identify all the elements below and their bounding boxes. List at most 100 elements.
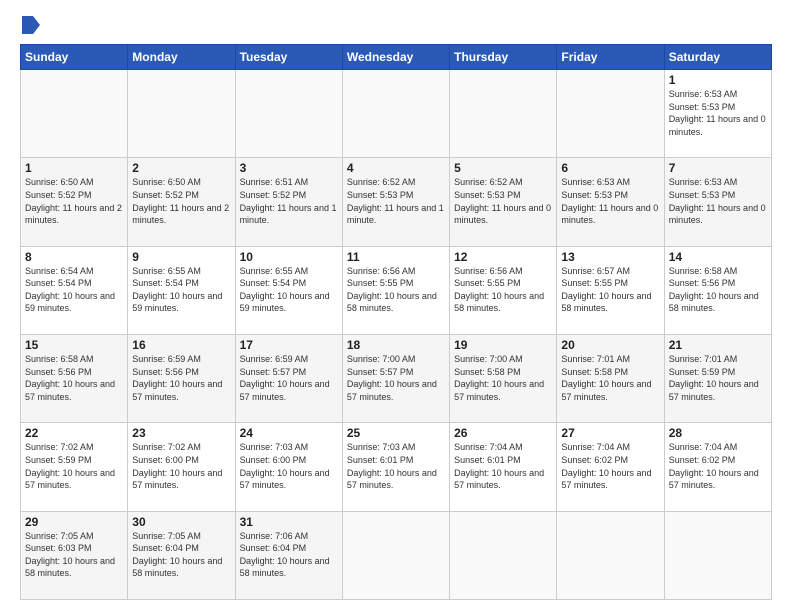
header-day-friday: Friday xyxy=(557,45,664,70)
calendar-cell: 12 Sunrise: 6:56 AM Sunset: 5:55 PM Dayl… xyxy=(450,246,557,334)
daylight-label: Daylight: 11 hours and 1 minute. xyxy=(347,203,444,226)
daylight-label: Daylight: 10 hours and 57 minutes. xyxy=(240,379,330,402)
calendar-body: 1 Sunrise: 6:53 AM Sunset: 5:53 PM Dayli… xyxy=(21,70,772,600)
sunset-label: Sunset: 5:52 PM xyxy=(25,190,92,200)
sunset-label: Sunset: 5:56 PM xyxy=(132,367,199,377)
sunrise-label: Sunrise: 7:00 AM xyxy=(347,354,416,364)
day-info: Sunrise: 6:52 AM Sunset: 5:53 PM Dayligh… xyxy=(454,176,552,226)
daylight-label: Daylight: 10 hours and 58 minutes. xyxy=(25,556,115,579)
sunset-label: Sunset: 5:58 PM xyxy=(454,367,521,377)
sunrise-label: Sunrise: 7:04 AM xyxy=(454,442,523,452)
day-info: Sunrise: 7:01 AM Sunset: 5:59 PM Dayligh… xyxy=(669,353,767,403)
header-row: SundayMondayTuesdayWednesdayThursdayFrid… xyxy=(21,45,772,70)
daylight-label: Daylight: 10 hours and 58 minutes. xyxy=(132,556,222,579)
week-row-2: 1 Sunrise: 6:50 AM Sunset: 5:52 PM Dayli… xyxy=(21,158,772,246)
calendar-cell: 1 Sunrise: 6:50 AM Sunset: 5:52 PM Dayli… xyxy=(21,158,128,246)
calendar-cell: 17 Sunrise: 6:59 AM Sunset: 5:57 PM Dayl… xyxy=(235,334,342,422)
sunset-label: Sunset: 5:59 PM xyxy=(669,367,736,377)
day-number: 17 xyxy=(240,338,338,352)
day-number: 23 xyxy=(132,426,230,440)
calendar-cell: 8 Sunrise: 6:54 AM Sunset: 5:54 PM Dayli… xyxy=(21,246,128,334)
day-number: 3 xyxy=(240,161,338,175)
header-day-tuesday: Tuesday xyxy=(235,45,342,70)
calendar-cell: 5 Sunrise: 6:52 AM Sunset: 5:53 PM Dayli… xyxy=(450,158,557,246)
sunrise-label: Sunrise: 6:52 AM xyxy=(347,177,416,187)
sunset-label: Sunset: 5:59 PM xyxy=(25,455,92,465)
sunset-label: Sunset: 5:52 PM xyxy=(132,190,199,200)
sunrise-label: Sunrise: 6:57 AM xyxy=(561,266,630,276)
calendar-cell xyxy=(235,70,342,158)
daylight-label: Daylight: 11 hours and 0 minutes. xyxy=(454,203,551,226)
day-number: 2 xyxy=(132,161,230,175)
calendar-cell: 19 Sunrise: 7:00 AM Sunset: 5:58 PM Dayl… xyxy=(450,334,557,422)
sunrise-label: Sunrise: 6:50 AM xyxy=(25,177,94,187)
day-info: Sunrise: 7:04 AM Sunset: 6:01 PM Dayligh… xyxy=(454,441,552,491)
header-day-monday: Monday xyxy=(128,45,235,70)
sunrise-label: Sunrise: 6:53 AM xyxy=(669,177,738,187)
sunrise-label: Sunrise: 7:02 AM xyxy=(132,442,201,452)
sunset-label: Sunset: 6:00 PM xyxy=(132,455,199,465)
sunrise-label: Sunrise: 7:02 AM xyxy=(25,442,94,452)
day-info: Sunrise: 7:03 AM Sunset: 6:00 PM Dayligh… xyxy=(240,441,338,491)
day-number: 11 xyxy=(347,250,445,264)
calendar-cell: 28 Sunrise: 7:04 AM Sunset: 6:02 PM Dayl… xyxy=(664,423,771,511)
day-info: Sunrise: 6:53 AM Sunset: 5:53 PM Dayligh… xyxy=(669,88,767,138)
daylight-label: Daylight: 10 hours and 58 minutes. xyxy=(561,291,651,314)
daylight-label: Daylight: 10 hours and 58 minutes. xyxy=(347,291,437,314)
day-info: Sunrise: 7:00 AM Sunset: 5:58 PM Dayligh… xyxy=(454,353,552,403)
day-info: Sunrise: 6:56 AM Sunset: 5:55 PM Dayligh… xyxy=(454,265,552,315)
sunset-label: Sunset: 6:03 PM xyxy=(25,543,92,553)
header-day-saturday: Saturday xyxy=(664,45,771,70)
calendar-cell: 18 Sunrise: 7:00 AM Sunset: 5:57 PM Dayl… xyxy=(342,334,449,422)
day-info: Sunrise: 6:56 AM Sunset: 5:55 PM Dayligh… xyxy=(347,265,445,315)
sunset-label: Sunset: 6:02 PM xyxy=(561,455,628,465)
calendar-cell: 29 Sunrise: 7:05 AM Sunset: 6:03 PM Dayl… xyxy=(21,511,128,599)
sunrise-label: Sunrise: 6:50 AM xyxy=(132,177,201,187)
day-number: 14 xyxy=(669,250,767,264)
sunset-label: Sunset: 6:00 PM xyxy=(240,455,307,465)
sunrise-label: Sunrise: 6:56 AM xyxy=(347,266,416,276)
sunrise-label: Sunrise: 7:01 AM xyxy=(561,354,630,364)
sunset-label: Sunset: 5:53 PM xyxy=(454,190,521,200)
day-number: 4 xyxy=(347,161,445,175)
calendar-table: SundayMondayTuesdayWednesdayThursdayFrid… xyxy=(20,44,772,600)
daylight-label: Daylight: 10 hours and 57 minutes. xyxy=(669,379,759,402)
calendar-cell xyxy=(450,70,557,158)
calendar-cell: 22 Sunrise: 7:02 AM Sunset: 5:59 PM Dayl… xyxy=(21,423,128,511)
sunset-label: Sunset: 5:53 PM xyxy=(669,190,736,200)
sunrise-label: Sunrise: 6:56 AM xyxy=(454,266,523,276)
daylight-label: Daylight: 10 hours and 57 minutes. xyxy=(561,379,651,402)
logo-line1 xyxy=(20,16,40,34)
calendar-cell: 20 Sunrise: 7:01 AM Sunset: 5:58 PM Dayl… xyxy=(557,334,664,422)
day-info: Sunrise: 6:55 AM Sunset: 5:54 PM Dayligh… xyxy=(132,265,230,315)
sunrise-label: Sunrise: 6:58 AM xyxy=(25,354,94,364)
day-info: Sunrise: 6:53 AM Sunset: 5:53 PM Dayligh… xyxy=(561,176,659,226)
daylight-label: Daylight: 10 hours and 57 minutes. xyxy=(454,468,544,491)
sunrise-label: Sunrise: 7:04 AM xyxy=(561,442,630,452)
daylight-label: Daylight: 10 hours and 57 minutes. xyxy=(347,468,437,491)
day-info: Sunrise: 7:03 AM Sunset: 6:01 PM Dayligh… xyxy=(347,441,445,491)
calendar-cell: 26 Sunrise: 7:04 AM Sunset: 6:01 PM Dayl… xyxy=(450,423,557,511)
day-number: 1 xyxy=(25,161,123,175)
day-info: Sunrise: 6:59 AM Sunset: 5:57 PM Dayligh… xyxy=(240,353,338,403)
calendar-cell: 1 Sunrise: 6:53 AM Sunset: 5:53 PM Dayli… xyxy=(664,70,771,158)
daylight-label: Daylight: 10 hours and 57 minutes. xyxy=(561,468,651,491)
daylight-label: Daylight: 10 hours and 59 minutes. xyxy=(25,291,115,314)
sunrise-label: Sunrise: 6:51 AM xyxy=(240,177,309,187)
sunrise-label: Sunrise: 6:59 AM xyxy=(240,354,309,364)
calendar-cell: 23 Sunrise: 7:02 AM Sunset: 6:00 PM Dayl… xyxy=(128,423,235,511)
day-number: 16 xyxy=(132,338,230,352)
sunset-label: Sunset: 5:56 PM xyxy=(25,367,92,377)
daylight-label: Daylight: 10 hours and 57 minutes. xyxy=(347,379,437,402)
calendar-cell: 10 Sunrise: 6:55 AM Sunset: 5:54 PM Dayl… xyxy=(235,246,342,334)
day-info: Sunrise: 6:55 AM Sunset: 5:54 PM Dayligh… xyxy=(240,265,338,315)
day-number: 20 xyxy=(561,338,659,352)
day-info: Sunrise: 7:05 AM Sunset: 6:03 PM Dayligh… xyxy=(25,530,123,580)
day-info: Sunrise: 6:59 AM Sunset: 5:56 PM Dayligh… xyxy=(132,353,230,403)
week-row-5: 22 Sunrise: 7:02 AM Sunset: 5:59 PM Dayl… xyxy=(21,423,772,511)
day-info: Sunrise: 6:53 AM Sunset: 5:53 PM Dayligh… xyxy=(669,176,767,226)
sunset-label: Sunset: 5:53 PM xyxy=(561,190,628,200)
sunset-label: Sunset: 5:55 PM xyxy=(454,278,521,288)
sunrise-label: Sunrise: 7:01 AM xyxy=(669,354,738,364)
header xyxy=(20,16,772,34)
